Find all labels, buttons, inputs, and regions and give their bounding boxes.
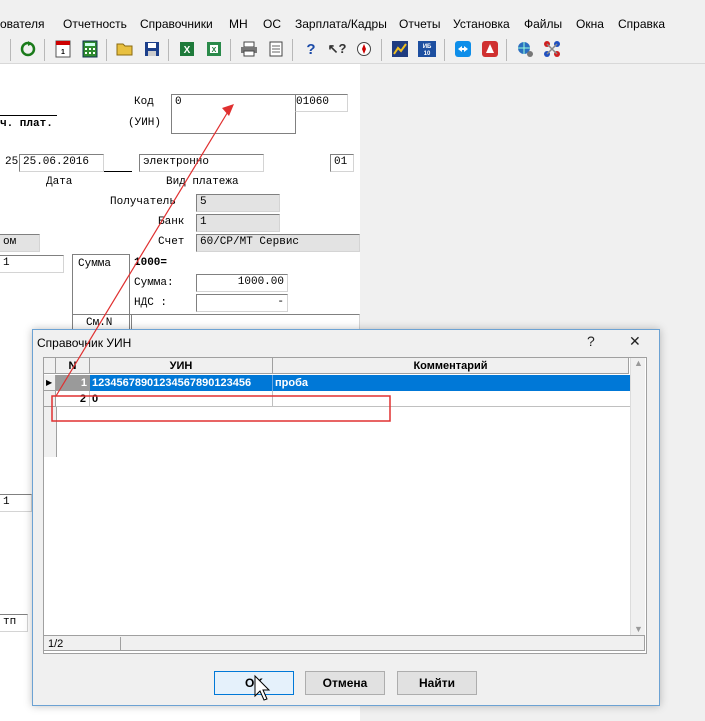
annotation-overlay [51, 104, 391, 701]
annotation-box [51, 395, 391, 422]
annotation-arrow [55, 109, 230, 397]
mouse-cursor-icon [254, 674, 271, 701]
annotation-arrowhead [222, 104, 234, 116]
